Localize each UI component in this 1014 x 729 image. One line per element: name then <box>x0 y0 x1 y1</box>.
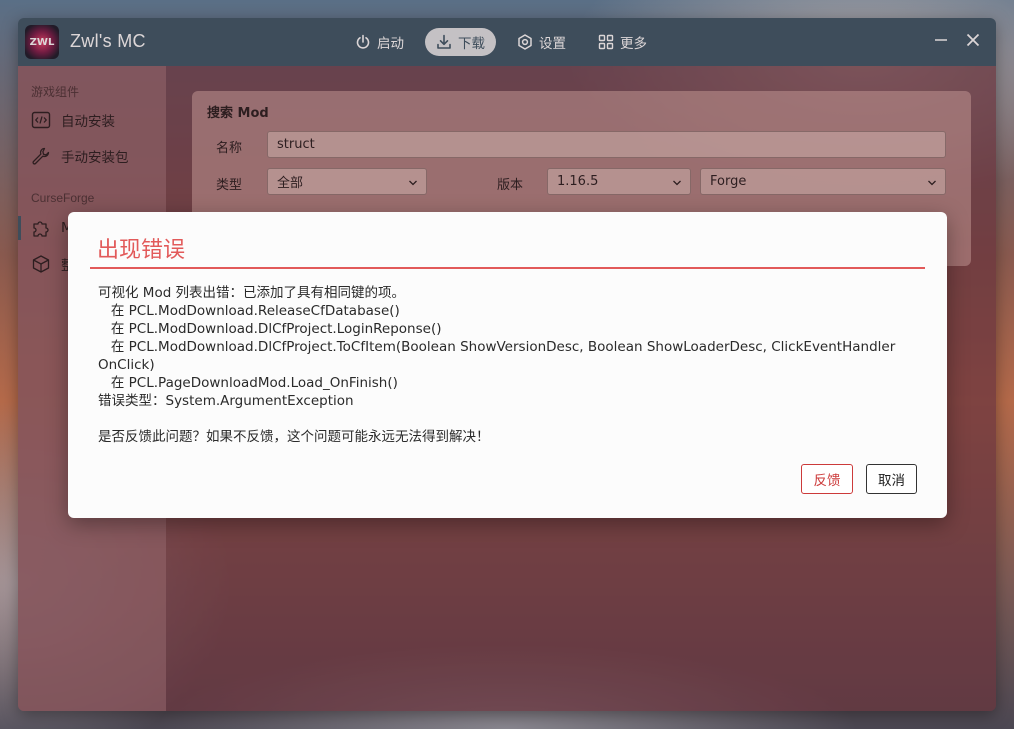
error-line: 在 PCL.ModDownload.ReleaseCfDatabase() <box>98 303 400 319</box>
error-line: 在 PCL.ModDownload.DlCfProject.LoginRepon… <box>98 321 442 337</box>
error-line: 可视化 Mod 列表出错：已添加了具有相同键的项。 <box>98 285 406 301</box>
error-line: 在 PCL.ModDownload.DlCfProject.ToCfItem(B… <box>98 339 900 373</box>
dialog-title: 出现错误 <box>97 238 186 263</box>
feedback-button[interactable]: 反馈 <box>801 464 853 494</box>
error-line: 在 PCL.PageDownloadMod.Load_OnFinish() <box>98 375 398 391</box>
dialog-divider <box>90 267 925 269</box>
cancel-button[interactable]: 取消 <box>866 464 917 494</box>
dialog-message: 可视化 Mod 列表出错：已添加了具有相同键的项。 在 PCL.ModDownl… <box>98 284 923 446</box>
dialog-question: 是否反馈此问题？如果不反馈，这个问题可能永远无法得到解决！ <box>98 429 490 445</box>
error-dialog: 出现错误 可视化 Mod 列表出错：已添加了具有相同键的项。 在 PCL.Mod… <box>68 212 947 518</box>
error-line: 错误类型：System.ArgumentException <box>98 393 354 409</box>
